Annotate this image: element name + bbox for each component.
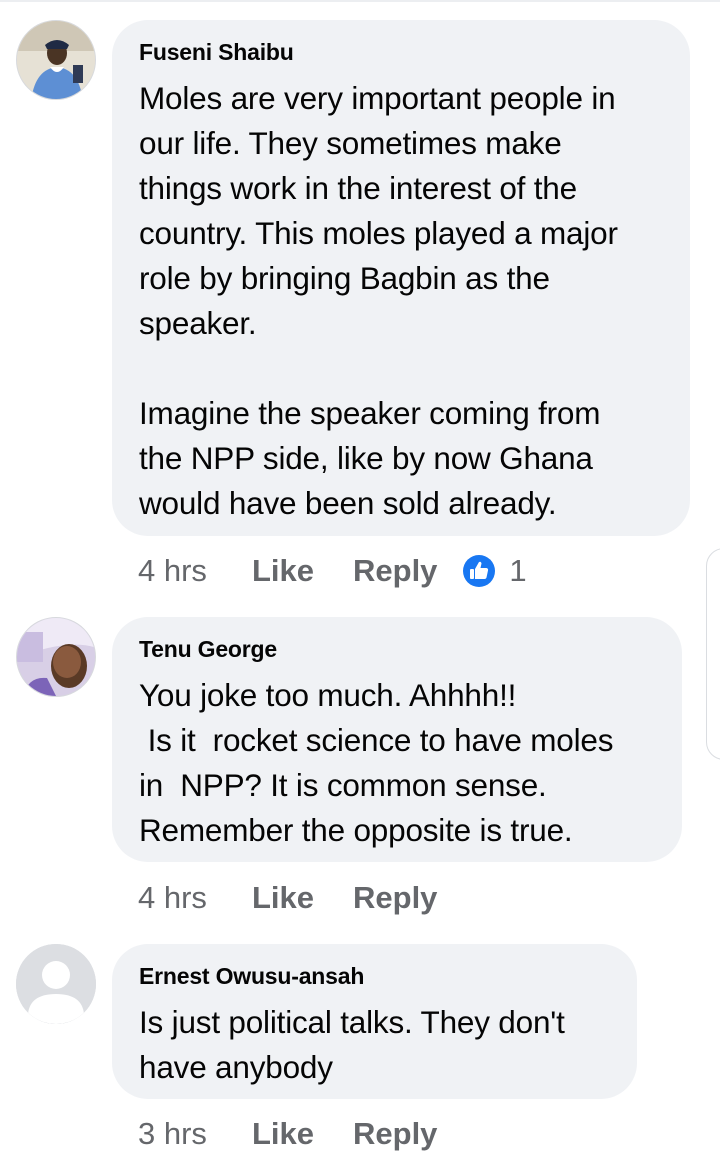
avatar-photo	[17, 21, 95, 99]
comment-text: You joke too much. Ahhhh!! Is it rocket …	[139, 677, 614, 848]
comment-timestamp[interactable]: 4 hrs	[138, 880, 252, 916]
avatar-photo	[17, 618, 95, 696]
reaction-count: 1	[509, 553, 527, 588]
like-reaction-icon	[463, 555, 496, 587]
comment-bubble: Tenu George You joke too much. Ahhhh!! I…	[112, 617, 682, 862]
reaction-summary[interactable]: 1	[463, 553, 527, 589]
comment-actions: 3 hrs Like Reply	[138, 1112, 463, 1156]
comment-timestamp[interactable]: 3 hrs	[138, 1116, 252, 1152]
like-button[interactable]: Like	[252, 553, 353, 589]
comment-bubble: Ernest Owusu-ansah Is just political tal…	[112, 944, 637, 1099]
top-divider	[0, 0, 720, 2]
reply-button[interactable]: Reply	[353, 553, 437, 589]
comment-text: Is just political talks. They don't have…	[139, 1004, 565, 1085]
comment-author[interactable]: Ernest Owusu-ansah	[139, 962, 611, 990]
comment-actions: 4 hrs Like Reply 1	[138, 549, 527, 593]
reply-button[interactable]: Reply	[353, 880, 437, 916]
comment-actions: 4 hrs Like Reply	[138, 876, 463, 920]
comment-author[interactable]: Fuseni Shaibu	[139, 38, 664, 66]
reply-button[interactable]: Reply	[353, 1116, 437, 1152]
offscreen-card-edge	[706, 548, 720, 760]
avatar-ernest-owusu-ansah[interactable]	[16, 944, 96, 1024]
comment-timestamp[interactable]: 4 hrs	[138, 553, 252, 589]
avatar-tenu-george[interactable]	[16, 617, 96, 697]
like-button[interactable]: Like	[252, 1116, 353, 1152]
comment-bubble: Fuseni Shaibu Moles are very important p…	[112, 20, 690, 536]
like-button[interactable]: Like	[252, 880, 353, 916]
comment-text: Moles are very important people in our l…	[139, 80, 618, 521]
default-avatar-icon	[16, 944, 96, 1024]
avatar-fuseni-shaibu[interactable]	[16, 20, 96, 100]
comment-author[interactable]: Tenu George	[139, 635, 656, 663]
